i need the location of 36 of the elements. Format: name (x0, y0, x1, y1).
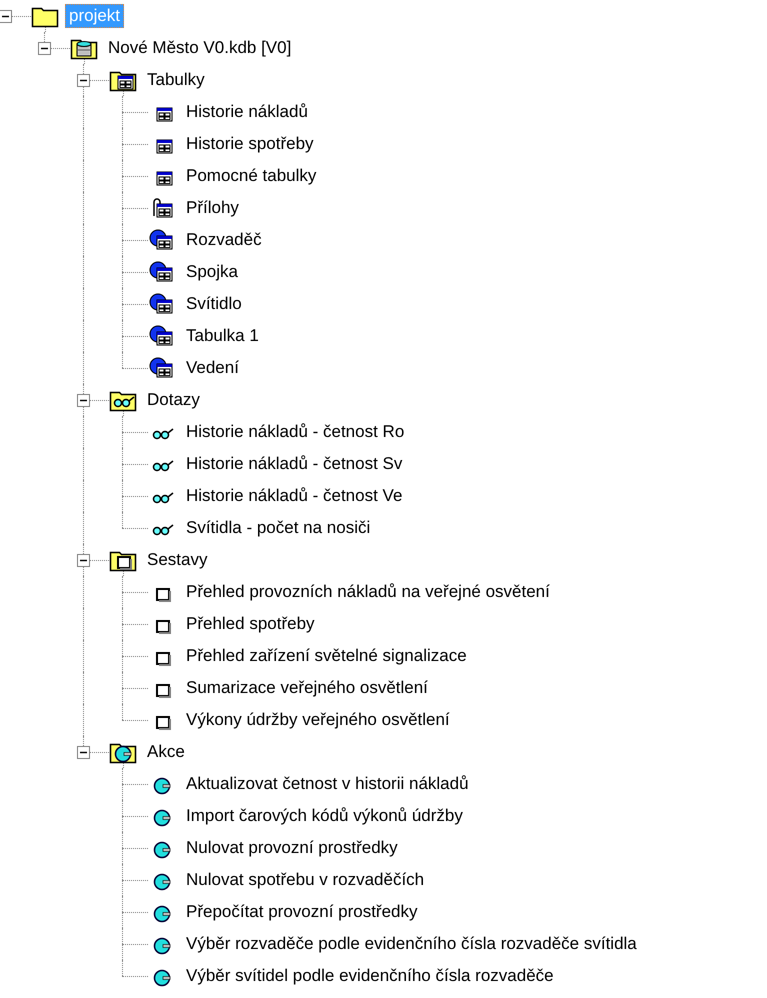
tree-item[interactable]: Historie nákladů - četnost Ro (182, 420, 408, 444)
collapse-toggle[interactable] (77, 554, 90, 567)
tree-item[interactable]: Přehled zařízení světelné signalizace (182, 644, 471, 668)
collapse-toggle[interactable] (77, 746, 90, 759)
collapse-toggle[interactable] (38, 42, 51, 55)
tree-item[interactable]: Historie nákladů (182, 100, 312, 124)
tree-item[interactable]: Svítidla - počet na nosiči (182, 516, 374, 540)
tree-item[interactable]: Svítidlo (182, 292, 246, 316)
tree-item[interactable]: Pomocné tabulky (182, 164, 320, 188)
collapse-toggle[interactable] (0, 10, 12, 23)
tree-item[interactable]: Přílohy (182, 196, 243, 220)
tree-item[interactable]: Přehled spotřeby (182, 612, 319, 636)
tree-item[interactable]: Nulovat provozní prostředky (182, 836, 402, 860)
tree-item[interactable]: Tabulky (143, 68, 209, 92)
tree-item[interactable]: Historie nákladů - četnost Sv (182, 452, 406, 476)
tree-item[interactable]: Přehled provozních nákladů na veřejné osvětení (182, 580, 554, 604)
tree-item[interactable]: Historie nákladů - četnost Ve (182, 484, 406, 508)
tree-item[interactable]: Spojka (182, 260, 242, 284)
tree-item[interactable]: Tabulka 1 (182, 324, 263, 348)
tree-item[interactable]: Aktualizovat četnost v historii nákladů (182, 772, 473, 796)
tree-item[interactable]: Vedení (182, 356, 243, 380)
tree-item[interactable]: Nulovat spotřebu v rozvaděčích (182, 868, 428, 892)
tree-item[interactable]: Přepočítat provozní prostředky (182, 900, 422, 924)
tree-item[interactable]: Import čarových kódů výkonů údržby (182, 804, 467, 828)
tree-item[interactable]: Výkony údržby veřejného osvětlení (182, 708, 454, 732)
collapse-toggle[interactable] (77, 74, 90, 87)
tree-item[interactable]: Historie spotřeby (182, 132, 318, 156)
tree-item[interactable]: Nové Město V0.kdb [V0] (104, 36, 296, 60)
tree-item[interactable]: Sestavy (143, 548, 212, 572)
collapse-toggle[interactable] (77, 394, 90, 407)
tree-item[interactable]: Sumarizace veřejného osvětlení (182, 676, 432, 700)
tree-item[interactable]: Výběr rozvaděče podle evidenčního čísla rozvaděče svítidla (182, 932, 641, 956)
tree-item[interactable]: Rozvaděč (182, 228, 266, 252)
tree-item[interactable]: Dotazy (143, 388, 204, 412)
tree-item[interactable]: Akce (143, 740, 189, 764)
tree-item[interactable]: Výběr svítidel podle evidenčního čísla rozvaděče (182, 964, 558, 988)
